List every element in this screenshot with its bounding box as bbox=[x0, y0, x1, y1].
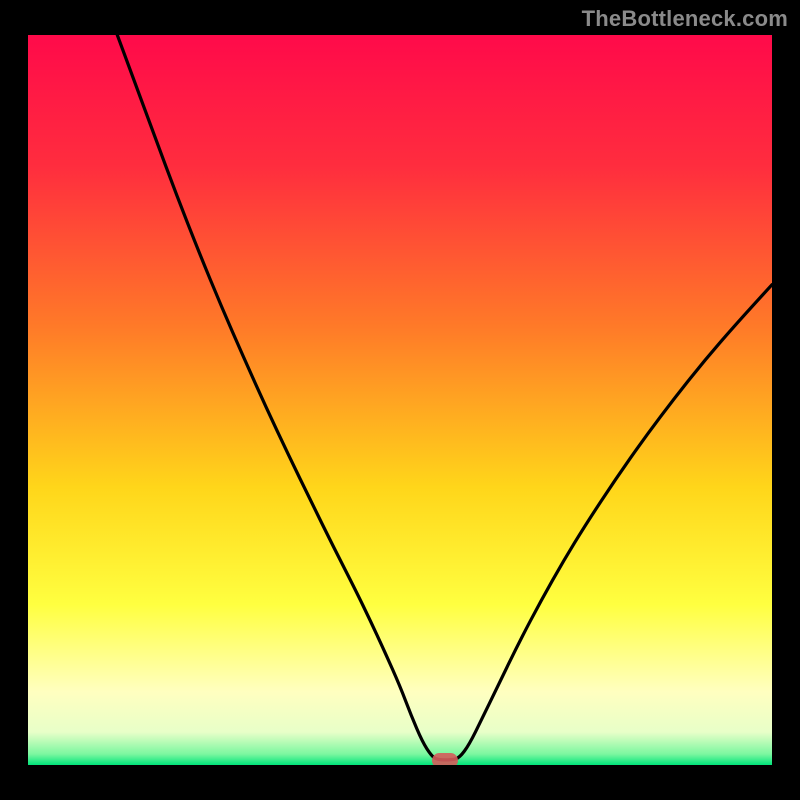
bottleneck-curve bbox=[28, 35, 772, 765]
watermark-text: TheBottleneck.com bbox=[582, 6, 788, 32]
optimal-point-marker bbox=[432, 753, 458, 765]
plot-area bbox=[28, 35, 772, 765]
